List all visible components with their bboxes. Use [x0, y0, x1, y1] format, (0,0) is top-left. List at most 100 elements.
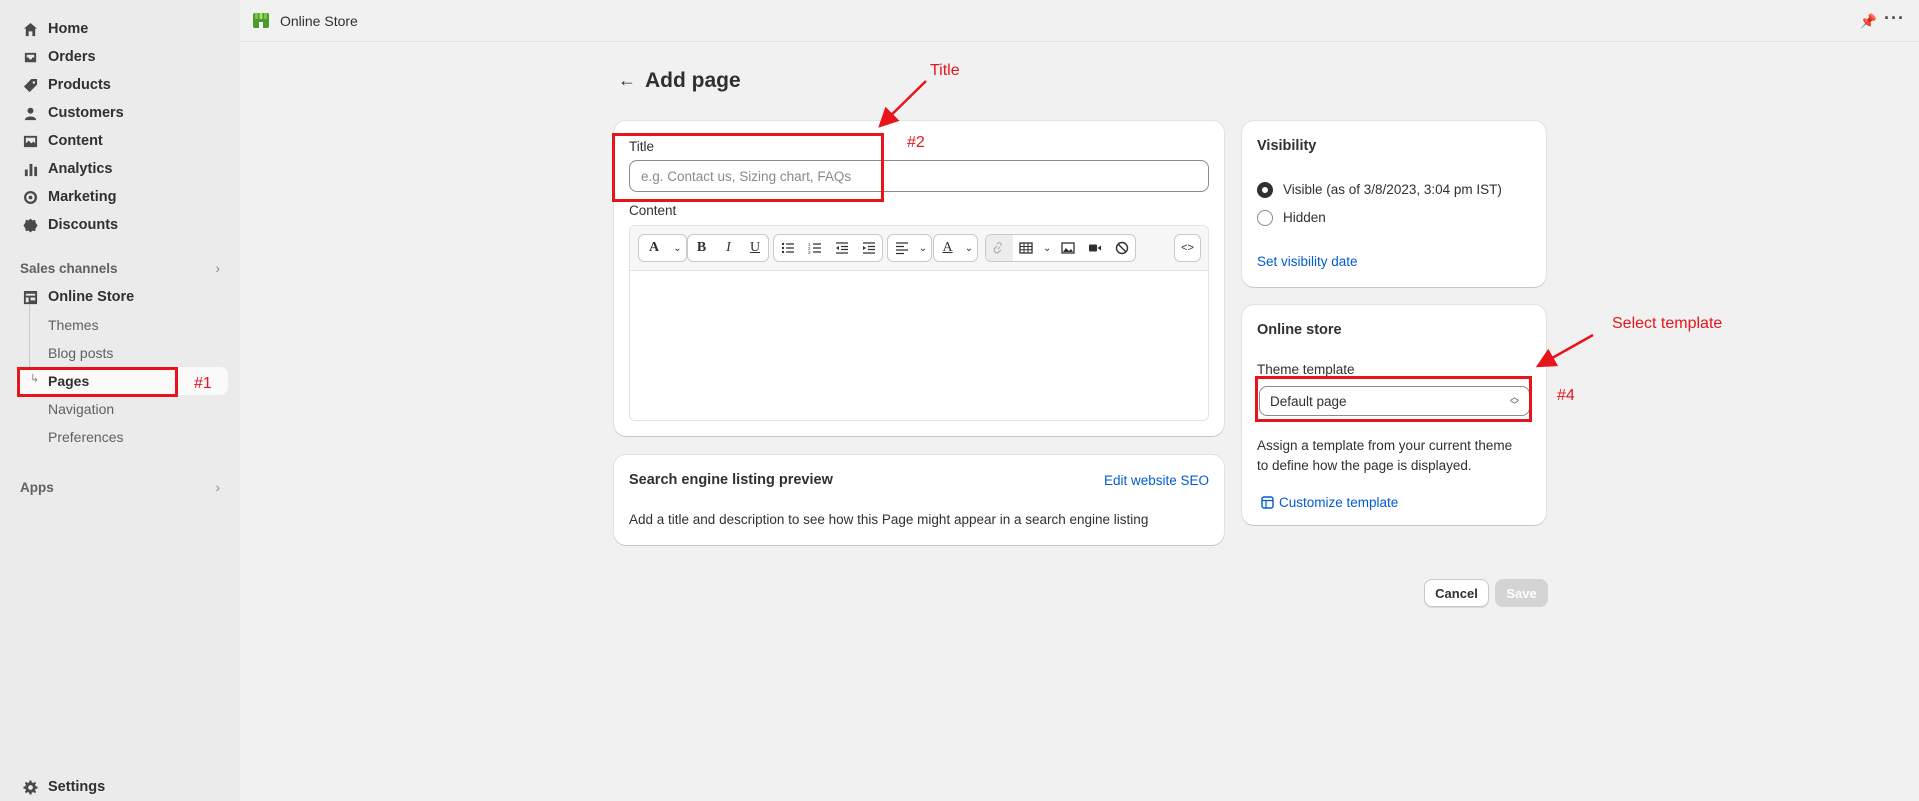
sidebar-subitem-preferences[interactable]: Preferences — [48, 429, 123, 445]
outdent-icon[interactable] — [828, 235, 855, 261]
top-bar: Online Store 📌 ··· — [240, 0, 1919, 42]
seo-card — [614, 455, 1224, 545]
annotation-box-template — [1255, 376, 1532, 422]
sidebar-item-online-store[interactable]: Online Store — [14, 284, 134, 310]
discount-icon — [22, 217, 38, 233]
chevron-down-icon[interactable]: ⌄ — [669, 235, 686, 261]
rich-text-editor: A ⌄ B I U 123 ⌄ A ⌄ ⌄ <> — [629, 225, 1209, 421]
sidebar-subitem-blog-posts[interactable]: Blog posts — [48, 345, 113, 361]
font-style-icon[interactable]: A — [639, 235, 669, 261]
sidebar-item-label: Products — [48, 77, 111, 93]
text-format-group: B I U — [687, 234, 769, 262]
person-icon — [22, 105, 38, 121]
save-button[interactable]: Save — [1495, 579, 1548, 607]
indent-icon[interactable] — [855, 235, 882, 261]
sidebar-item-orders[interactable]: Orders — [14, 44, 96, 70]
theme-template-label: Theme template — [1257, 362, 1355, 377]
pin-icon[interactable]: 📌 — [1860, 13, 1877, 30]
align-left-icon[interactable] — [888, 235, 915, 261]
seo-description: Add a title and description to see how t… — [629, 512, 1149, 527]
sidebar-subitem-themes[interactable]: Themes — [48, 317, 99, 333]
annotation-title-note: Title — [930, 62, 960, 79]
sidebar-item-label: Discounts — [48, 217, 119, 233]
font-style-group: A ⌄ — [638, 234, 687, 262]
sidebar-item-label: Online Store — [48, 289, 135, 305]
annotation-box-title — [612, 133, 884, 202]
sidebar-item-home[interactable]: Home — [14, 16, 88, 42]
clear-formatting-icon[interactable] — [1108, 235, 1135, 261]
sidebar-item-analytics[interactable]: Analytics — [14, 156, 112, 182]
online-store-heading: Online store — [1257, 322, 1342, 338]
content-label: Content — [629, 203, 677, 218]
template-help-line-2: to define how the page is displayed. — [1257, 458, 1472, 473]
seo-heading: Search engine listing preview — [629, 472, 833, 488]
table-icon[interactable] — [1013, 235, 1040, 261]
sales-channels-header[interactable]: Sales channels › — [20, 261, 220, 276]
sidebar-item-discounts[interactable]: Discounts — [14, 212, 118, 238]
annotation-step-2: #2 — [907, 134, 925, 151]
sidebar-subitem-navigation[interactable]: Navigation — [48, 401, 114, 417]
align-group: ⌄ — [887, 234, 932, 262]
inbox-icon — [22, 49, 38, 65]
annotation-template-note: Select template — [1612, 315, 1723, 332]
hidden-radio-label: Hidden — [1283, 210, 1326, 225]
image-icon — [22, 133, 38, 149]
chevron-down-icon[interactable]: ⌄ — [915, 235, 931, 261]
sidebar-item-content[interactable]: Content — [14, 128, 103, 154]
visible-radio[interactable] — [1257, 182, 1273, 198]
chevron-right-icon: › — [215, 261, 221, 276]
chevron-right-icon: › — [215, 480, 221, 495]
hidden-radio[interactable] — [1257, 210, 1273, 226]
content-editor-area[interactable] — [630, 271, 1208, 420]
editor-toolbar: A ⌄ B I U 123 ⌄ A ⌄ ⌄ <> — [630, 226, 1208, 271]
annotation-step-1: #1 — [194, 375, 212, 392]
list-group: 123 — [773, 234, 883, 262]
bold-icon[interactable]: B — [688, 235, 715, 261]
italic-icon[interactable]: I — [715, 235, 742, 261]
underline-icon[interactable]: U — [742, 235, 768, 261]
svg-text:3: 3 — [808, 250, 811, 255]
sidebar: Home Orders Products Customers Content A… — [0, 0, 240, 801]
sidebar-item-label: Settings — [48, 779, 106, 795]
annotation-step-4: #4 — [1557, 387, 1575, 404]
home-icon — [22, 21, 38, 37]
source-group: <> — [1174, 234, 1201, 262]
arrow-left-icon[interactable]: ← — [618, 70, 636, 91]
link-icon[interactable] — [986, 235, 1013, 261]
sidebar-item-marketing[interactable]: Marketing — [14, 184, 117, 210]
sales-channels-label: Sales channels — [20, 261, 118, 276]
store-name: Online Store — [280, 13, 358, 29]
source-code-button[interactable]: <> — [1175, 235, 1200, 261]
sidebar-item-products[interactable]: Products — [14, 72, 111, 98]
chevron-down-icon[interactable]: ⌄ — [961, 235, 977, 261]
annotation-box-pages — [17, 367, 178, 397]
numbered-list-icon[interactable]: 123 — [801, 235, 828, 261]
more-options-icon[interactable]: ··· — [1884, 8, 1905, 29]
sidebar-item-customers[interactable]: Customers — [14, 100, 124, 126]
annotation-arrow-template — [1535, 333, 1594, 368]
customize-template-link[interactable]: Customize template — [1279, 495, 1398, 510]
edit-website-seo-link[interactable]: Edit website SEO — [1104, 473, 1209, 488]
online-store-logo-icon — [253, 13, 269, 28]
target-icon — [22, 189, 38, 205]
sidebar-item-settings[interactable]: Settings — [14, 774, 105, 800]
text-color-group: A ⌄ — [933, 234, 978, 262]
sidebar-item-label: Orders — [48, 49, 96, 65]
apps-label: Apps — [20, 480, 54, 495]
sidebar-item-label: Home — [48, 21, 89, 37]
visibility-heading: Visibility — [1257, 138, 1317, 154]
set-visibility-date-link[interactable]: Set visibility date — [1257, 254, 1358, 269]
bullet-list-icon[interactable] — [774, 235, 801, 261]
cancel-button[interactable]: Cancel — [1424, 579, 1489, 607]
image-icon[interactable] — [1055, 235, 1082, 261]
sidebar-item-label: Marketing — [48, 189, 117, 205]
page-title: Add page — [645, 69, 741, 92]
sidebar-item-label: Analytics — [48, 161, 113, 177]
text-color-icon[interactable]: A — [934, 235, 961, 261]
store-icon — [22, 289, 38, 305]
chevron-down-icon[interactable]: ⌄ — [1039, 235, 1055, 261]
apps-header[interactable]: Apps › — [20, 480, 220, 495]
video-icon[interactable] — [1082, 235, 1109, 261]
bar-chart-icon — [22, 161, 38, 177]
sidebar-item-label: Customers — [48, 105, 124, 121]
